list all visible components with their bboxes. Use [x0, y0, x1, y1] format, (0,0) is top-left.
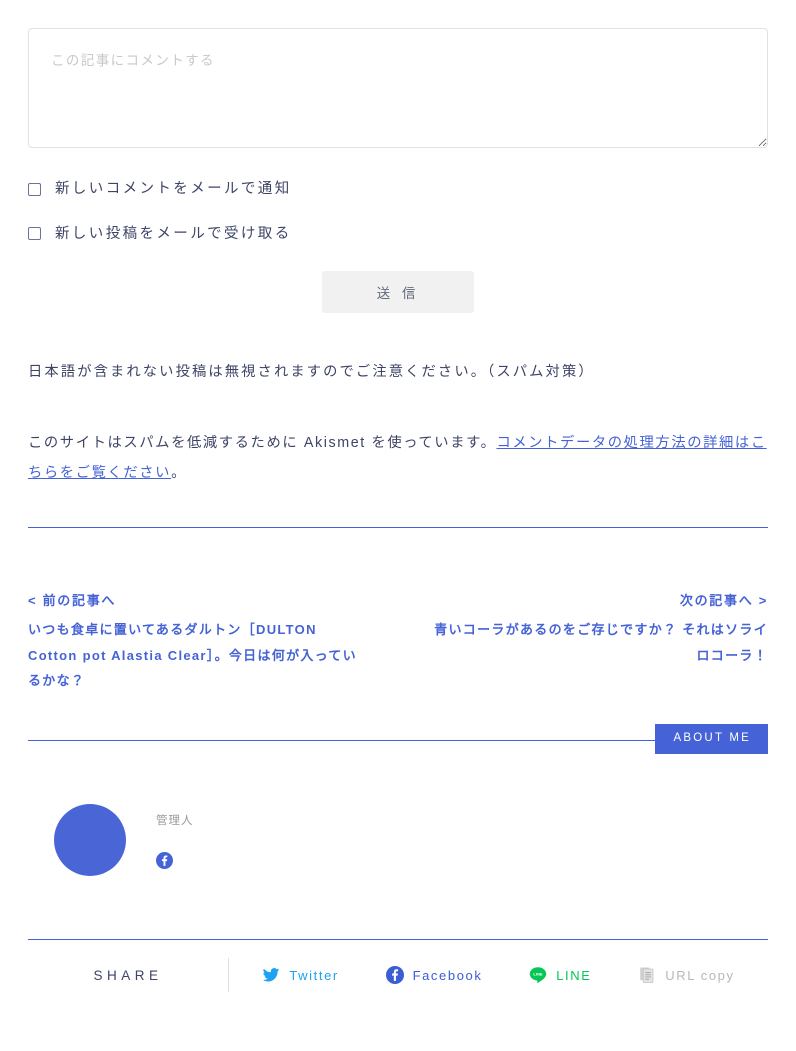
article-footer-page: 新しいコメントをメールで通知 新しい投稿をメールで受け取る 送 信 日本語が含ま… — [0, 28, 796, 1010]
author-card: 管理人 — [28, 740, 768, 941]
author-name: 管理人 — [156, 814, 194, 827]
share-label: SHARE — [93, 967, 163, 983]
section-divider-top — [28, 527, 768, 529]
share-twitter-button[interactable]: Twitter — [262, 966, 338, 984]
twitter-icon — [262, 966, 280, 984]
checkbox-new-comments[interactable] — [28, 182, 41, 196]
about-me-badge[interactable]: ABOUT ME — [654, 724, 768, 754]
spam-notice-text: 日本語が含まれない投稿は無視されますのでご注意ください。（スパム対策） — [28, 364, 595, 380]
share-line-button[interactable]: LINE LINE — [529, 966, 591, 984]
akismet-text-after: 。 — [171, 465, 187, 482]
akismet-text-before: このサイトはスパムを低減するために Akismet を使っています。 — [28, 434, 497, 451]
share-line-label: LINE — [556, 967, 592, 983]
share-url-copy-label: URL copy — [665, 967, 735, 983]
checkbox-label-new-posts: 新しい投稿をメールで受け取る — [55, 225, 292, 242]
submit-comment-button[interactable]: 送 信 — [322, 271, 474, 313]
share-url-copy-button[interactable]: URL copy — [638, 966, 734, 984]
comment-input-area — [28, 28, 768, 148]
share-twitter-label: Twitter — [289, 967, 339, 983]
post-navigation: < 前の記事へ いつも食卓に置いてあるダルトン［DULTON Cotton po… — [28, 590, 768, 693]
copy-document-icon — [638, 966, 656, 984]
avatar — [54, 804, 126, 877]
facebook-icon — [385, 966, 404, 985]
comment-textarea[interactable] — [28, 28, 768, 148]
prev-post-link[interactable]: いつも食卓に置いてあるダルトン［DULTON Cotton pot Alasti… — [28, 617, 368, 693]
facebook-icon — [156, 851, 194, 869]
notification-options: 新しいコメントをメールで通知 新しい投稿をメールで受け取る — [28, 182, 768, 241]
author-section: ABOUT ME 管理人 — [28, 724, 768, 941]
prev-post-meta: < 前の記事へ — [28, 593, 117, 609]
line-icon: LINE — [529, 966, 547, 984]
share-facebook-button[interactable]: Facebook — [385, 966, 483, 985]
share-facebook-label: Facebook — [412, 967, 483, 983]
checkbox-row-new-comments[interactable]: 新しいコメントをメールで通知 — [28, 182, 768, 197]
author-facebook-link[interactable] — [156, 851, 194, 869]
checkbox-new-posts[interactable] — [28, 227, 41, 241]
akismet-notice: このサイトはスパムを低減するために Akismet を使っています。コメントデー… — [28, 428, 768, 489]
submit-row: 送 信 — [28, 271, 768, 313]
next-post-meta: 次の記事へ > — [679, 593, 768, 609]
prev-post-block: < 前の記事へ いつも食卓に置いてあるダルトン［DULTON Cotton po… — [28, 590, 368, 693]
checkbox-row-new-posts[interactable]: 新しい投稿をメールで受け取る — [28, 225, 768, 242]
checkbox-label-new-comments: 新しいコメントをメールで通知 — [55, 181, 292, 197]
svg-text:LINE: LINE — [534, 972, 544, 977]
next-post-block: 次の記事へ > 青いコーラがあるのをご存じですか？ それはソライロコーラ！ — [428, 590, 768, 693]
next-post-link[interactable]: 青いコーラがあるのをご存じですか？ それはソライロコーラ！ — [428, 617, 768, 668]
author-details: 管理人 — [156, 812, 194, 869]
share-buttons: Twitter Facebook LINE LINE URL copy — [229, 966, 768, 985]
share-bar: SHARE Twitter Facebook LINE LINE URL cop… — [28, 940, 768, 1010]
content-wrapper: 新しいコメントをメールで通知 新しい投稿をメールで受け取る 送 信 日本語が含ま… — [28, 28, 768, 1010]
